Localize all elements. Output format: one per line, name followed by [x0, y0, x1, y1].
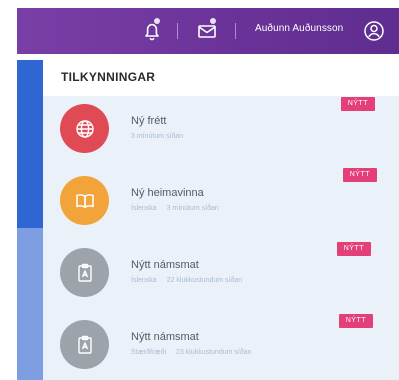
notification-title: Ný frétt	[131, 115, 167, 127]
notifications-list: Ný frétt 3 mínútum síðan NÝTT Ný heimavi…	[43, 96, 399, 380]
notification-subject: Stærðfræði	[131, 349, 167, 356]
notifications-header: TILKYNNINGAR	[43, 60, 399, 96]
notification-time: 3 mínútum síðan	[166, 205, 219, 212]
top-bar: Auðunn Auðunsson	[17, 8, 399, 54]
section-title: TILKYNNINGAR	[61, 70, 156, 84]
notification-avatar	[60, 176, 109, 225]
notification-meta: Íslenska 3 mínútum síðan	[131, 205, 219, 212]
new-badge: NÝTT	[342, 168, 377, 182]
topbar-divider	[177, 23, 178, 39]
notification-subject: Íslenska	[131, 277, 157, 284]
bell-icon[interactable]	[140, 19, 164, 43]
notification-title: Nýtt námsmat	[131, 259, 199, 271]
notification-item[interactable]: Nýtt námsmat Íslenska 22 klukkustundum sí…	[43, 240, 399, 312]
notification-title: Ný heimavinna	[131, 187, 204, 199]
notification-meta: Stærðfræði 23 klukkustundum síðan	[131, 349, 252, 356]
topbar-divider	[235, 23, 236, 39]
notification-item[interactable]: Ný frétt 3 mínútum síðan NÝTT	[43, 96, 399, 168]
notification-avatar	[60, 104, 109, 153]
new-badge: NÝTT	[336, 242, 371, 256]
notification-title: Nýtt námsmat	[131, 331, 199, 343]
notification-time: 3 mínútum síðan	[131, 133, 184, 140]
sidebar-rail-active[interactable]	[17, 60, 43, 228]
new-badge: NÝTT	[340, 97, 375, 111]
notification-avatar	[60, 320, 109, 369]
notification-subject: Íslenska	[131, 205, 157, 212]
clipboard-icon	[77, 263, 92, 282]
mail-notification-dot	[210, 18, 216, 24]
sidebar-rail[interactable]	[17, 228, 43, 380]
notification-item[interactable]: Nýtt námsmat Stærðfræði 23 klukkustundum …	[43, 312, 399, 380]
bell-notification-dot	[154, 18, 160, 24]
notification-time: 22 klukkustundum síðan	[166, 277, 243, 284]
clipboard-icon	[77, 335, 92, 354]
notification-meta: Íslenska 22 klukkustundum síðan	[131, 277, 242, 284]
user-circle-icon[interactable]	[362, 19, 386, 43]
notification-time: 23 klukkustundum síðan	[176, 349, 252, 356]
new-badge: NÝTT	[338, 314, 373, 328]
globe-icon	[75, 119, 94, 138]
notification-avatar	[60, 248, 109, 297]
book-icon	[75, 193, 94, 208]
notification-item[interactable]: Ný heimavinna Íslenska 3 mínútum síðan NÝ…	[43, 168, 399, 240]
notification-meta: 3 mínútum síðan	[131, 133, 183, 140]
user-name[interactable]: Auðunn Auðunsson	[255, 23, 343, 34]
